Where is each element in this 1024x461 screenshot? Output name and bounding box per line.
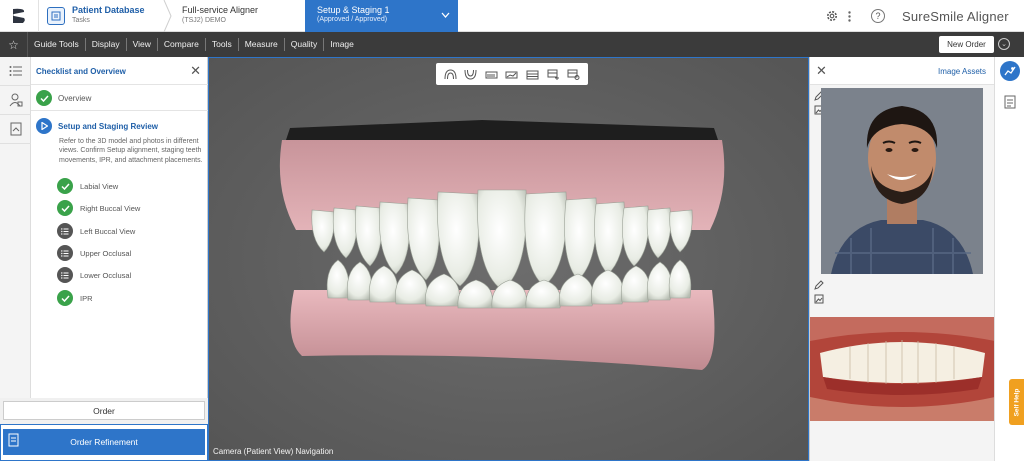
menu-compare[interactable]: Compare bbox=[158, 38, 206, 51]
main-toolbar: ☆ Guide Tools Display View Compare Tools… bbox=[0, 32, 1024, 57]
menu-guide-tools[interactable]: Guide Tools bbox=[28, 38, 86, 51]
substep-label: Labial View bbox=[80, 181, 119, 191]
self-help-label: Self Help bbox=[1013, 388, 1020, 416]
menu-tools[interactable]: Tools bbox=[206, 38, 239, 51]
settings-grid-icon[interactable] bbox=[567, 68, 581, 80]
grid-icon[interactable] bbox=[526, 68, 540, 80]
breadcrumb-subtitle: (Approved / Approved) bbox=[317, 16, 388, 23]
refinement-document-icon bbox=[8, 433, 19, 447]
image-assets-panel: ✕ Image Assets bbox=[809, 57, 995, 461]
image-assets-fab[interactable] bbox=[1000, 61, 1020, 81]
patient-profile-icon[interactable] bbox=[0, 86, 31, 115]
checklist-header: Checklist and Overview ✕ bbox=[31, 57, 208, 85]
substep-label: Left Buccal View bbox=[80, 226, 136, 236]
kebab-icon[interactable] bbox=[844, 0, 854, 32]
substep-label: IPR bbox=[80, 293, 93, 303]
document-list-icon[interactable] bbox=[1004, 95, 1016, 109]
camera-navigation-label: Camera (Patient View) Navigation bbox=[213, 447, 334, 456]
view-toolbar bbox=[436, 63, 588, 85]
step-overview[interactable]: Overview bbox=[36, 90, 91, 106]
new-order-button[interactable]: New Order bbox=[939, 36, 994, 53]
breadcrumb-title: Patient Database bbox=[72, 5, 145, 15]
menu-bar: Guide Tools Display View Compare Tools M… bbox=[28, 32, 360, 57]
image-icon[interactable] bbox=[814, 294, 824, 304]
substep-labial-view[interactable]: Labial View bbox=[57, 178, 118, 194]
chevron-circle-icon[interactable]: ⌄ bbox=[998, 38, 1010, 50]
close-icon[interactable]: ✕ bbox=[190, 63, 201, 79]
menu-view[interactable]: View bbox=[127, 38, 158, 51]
check-icon bbox=[57, 200, 73, 216]
patient-face-photo[interactable] bbox=[821, 88, 983, 274]
dental-arch-3d-model[interactable] bbox=[272, 120, 732, 380]
intraoral-smile-photo[interactable] bbox=[810, 317, 995, 421]
self-help-tab[interactable]: Self Help bbox=[1009, 379, 1024, 425]
model-viewport[interactable]: Camera (Patient View) Navigation bbox=[208, 57, 809, 461]
order-button[interactable]: Order bbox=[3, 401, 205, 420]
check-icon bbox=[57, 178, 73, 194]
breadcrumb-full-service-aligner[interactable]: Full-service Aligner (TSJ2) DEMO bbox=[166, 0, 304, 32]
patient-database-icon bbox=[47, 7, 65, 25]
list-icon bbox=[57, 267, 73, 283]
chevron-down-icon[interactable] bbox=[441, 10, 450, 20]
substep-left-buccal-view[interactable]: Left Buccal View bbox=[57, 223, 135, 239]
upper-arch-icon[interactable] bbox=[443, 68, 457, 80]
review-description: Refer to the 3D model and photos in diff… bbox=[59, 138, 203, 164]
list-icon bbox=[57, 223, 73, 239]
brand-name: SureSmile Aligner bbox=[902, 8, 1009, 24]
breadcrumb-setup-staging[interactable]: Setup & Staging 1 (Approved / Approved) bbox=[305, 0, 458, 32]
menu-display[interactable]: Display bbox=[86, 38, 127, 51]
help-icon[interactable]: ? bbox=[868, 0, 888, 32]
substep-lower-occlusal[interactable]: Lower Occlusal bbox=[57, 267, 131, 283]
pencil-icon[interactable] bbox=[814, 280, 824, 290]
substep-right-buccal-view[interactable]: Right Buccal View bbox=[57, 200, 140, 216]
right-icon-rail: Self Help bbox=[994, 57, 1024, 461]
checklist-icon[interactable] bbox=[0, 57, 31, 86]
order-refinement-button[interactable]: Order Refinement bbox=[3, 429, 205, 455]
menu-quality[interactable]: Quality bbox=[285, 38, 325, 51]
menu-image[interactable]: Image bbox=[324, 38, 360, 51]
lower-arch-icon[interactable] bbox=[464, 68, 478, 80]
substep-upper-occlusal[interactable]: Upper Occlusal bbox=[57, 245, 131, 261]
breadcrumb-patient-database[interactable]: Patient Database Tasks bbox=[38, 0, 166, 32]
grid-plus-icon[interactable] bbox=[546, 68, 560, 80]
breadcrumb-subtitle: Tasks bbox=[72, 17, 90, 24]
image-assets-header: ✕ Image Assets bbox=[810, 57, 995, 85]
suresmile-logo-icon[interactable] bbox=[0, 0, 38, 32]
breadcrumb-title: Setup & Staging 1 bbox=[317, 5, 390, 15]
substep-label: Lower Occlusal bbox=[80, 270, 132, 280]
step-label: Overview bbox=[58, 93, 92, 103]
play-icon bbox=[36, 118, 52, 134]
checklist-title: Checklist and Overview bbox=[36, 67, 126, 76]
check-icon bbox=[57, 290, 73, 306]
check-icon bbox=[36, 90, 52, 106]
step-label: Setup and Staging Review bbox=[58, 121, 159, 131]
top-header: Patient Database Tasks Full-service Alig… bbox=[0, 0, 1024, 32]
divider bbox=[31, 110, 208, 111]
menu-measure[interactable]: Measure bbox=[239, 38, 285, 51]
gear-icon[interactable] bbox=[822, 0, 842, 32]
step-setup-staging-review[interactable]: Setup and Staging Review bbox=[36, 118, 158, 134]
close-icon[interactable]: ✕ bbox=[816, 63, 827, 79]
list-icon bbox=[57, 245, 73, 261]
breadcrumb-title: Full-service Aligner bbox=[182, 5, 259, 15]
breadcrumb-subtitle: (TSJ2) DEMO bbox=[182, 17, 226, 24]
staging-icon[interactable] bbox=[484, 68, 498, 80]
substep-label: Right Buccal View bbox=[80, 203, 141, 213]
chart-icon[interactable] bbox=[505, 68, 519, 80]
document-icon[interactable] bbox=[0, 115, 31, 144]
star-icon[interactable]: ☆ bbox=[0, 32, 28, 57]
substep-label: Upper Occlusal bbox=[80, 248, 132, 258]
image-assets-title: Image Assets bbox=[938, 67, 987, 76]
substep-ipr[interactable]: IPR bbox=[57, 290, 93, 306]
